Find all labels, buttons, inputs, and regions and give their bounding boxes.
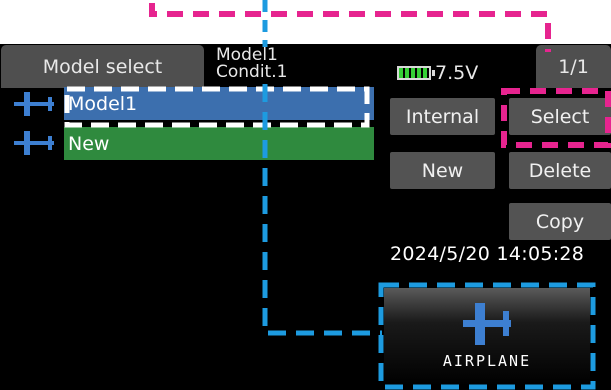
copy-button[interactable]: Copy (509, 203, 611, 240)
page-indicator-text: 1/1 (558, 55, 589, 78)
model-list-item-label: Model1 (68, 92, 138, 115)
airplane-icon (14, 131, 54, 155)
model-type-label: AIRPLANE (442, 352, 532, 370)
airplane-icon (463, 303, 511, 345)
page-indicator[interactable]: 1/1 (536, 45, 611, 88)
internal-button[interactable]: Internal (390, 98, 495, 135)
battery-voltage: 7.5V (435, 62, 479, 84)
model-list-item-label: New (68, 132, 110, 155)
battery-indicator: 7.5V (397, 62, 479, 84)
screen-title: Model select (1, 45, 204, 88)
battery-icon (397, 66, 435, 80)
screen-title-text: Model select (42, 55, 163, 78)
delete-button[interactable]: Delete (509, 152, 611, 189)
date-time: 2024/5/20 14:05:28 (390, 243, 585, 265)
select-button[interactable]: Select (509, 98, 611, 135)
model-list-item-new[interactable]: New (64, 127, 374, 160)
model-list-item-selected[interactable]: Model1 (64, 87, 374, 120)
airplane-icon (14, 92, 54, 116)
new-button[interactable]: New (390, 152, 495, 189)
current-condition: Condit.1 (216, 62, 288, 82)
